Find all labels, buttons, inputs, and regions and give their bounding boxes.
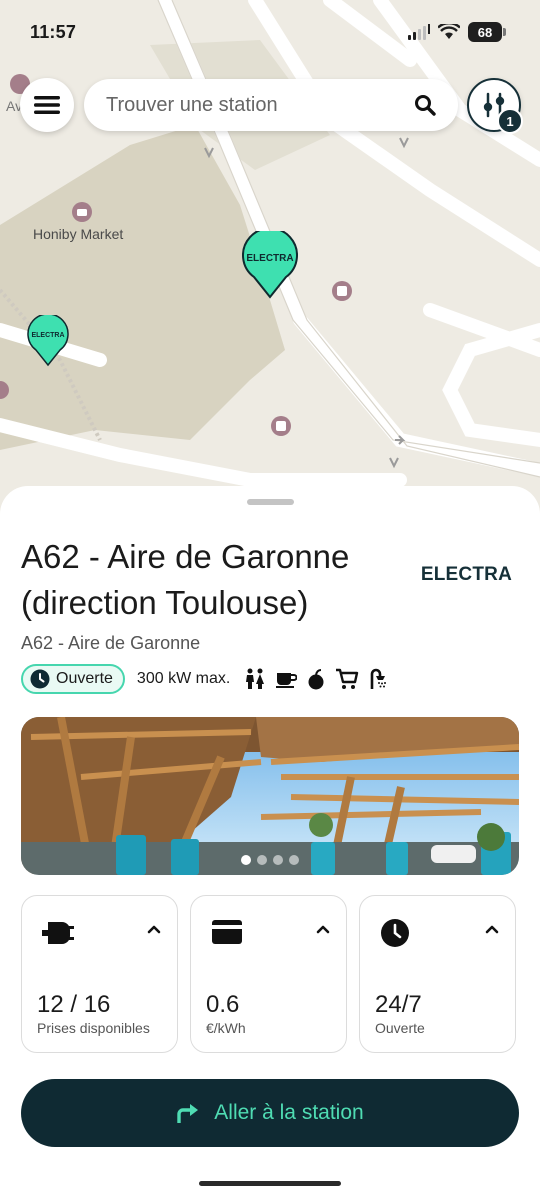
filter-button[interactable]: 1	[467, 78, 523, 134]
card-label: Ouverte	[375, 1020, 425, 1036]
shopping-cart-icon	[336, 668, 359, 689]
card-value: 12 / 16	[37, 991, 111, 1018]
map-pin-icon	[27, 313, 69, 367]
credit-card-icon	[212, 920, 242, 944]
clock-icon	[30, 669, 50, 689]
chevron-up-icon	[147, 925, 161, 934]
map-place-label: Honiby Market	[33, 226, 124, 242]
status-bar: 11:57 68	[0, 0, 540, 60]
card-pricing[interactable]: 0.6 €/kWh	[190, 895, 347, 1053]
station-pin[interactable]: ELECTRA	[27, 313, 69, 367]
card-label: Prises disponibles	[37, 1020, 150, 1036]
card-label: €/kWh	[206, 1020, 246, 1036]
menu-button[interactable]	[20, 78, 74, 132]
station-title: A62 - Aire de Garonne (direction Toulous…	[21, 538, 350, 621]
toilets-icon	[246, 668, 265, 689]
map-pin-icon	[242, 227, 298, 299]
home-indicator	[199, 1181, 341, 1186]
station-photo	[21, 717, 519, 875]
wifi-icon	[438, 24, 460, 39]
brand-logo: ELECTRA	[420, 564, 512, 585]
card-connectors[interactable]: 12 / 16 Prises disponibles	[21, 895, 178, 1053]
status-time: 11:57	[30, 22, 77, 42]
search-bar[interactable]	[84, 79, 458, 131]
station-pin-selected[interactable]: ELECTRA	[242, 227, 298, 299]
plug-icon	[42, 922, 74, 944]
station-subtitle: A62 - Aire de Garonne	[21, 633, 201, 653]
pin-label: ELECTRA	[31, 332, 65, 339]
amenities-list	[244, 668, 390, 690]
carousel-dot[interactable]	[257, 855, 267, 865]
station-info-row: Ouverte 300 kW max.	[21, 664, 390, 694]
turn-right-arrow-icon	[177, 1104, 199, 1123]
status-badge: Ouverte	[21, 664, 125, 694]
pin-label: ELECTRA	[246, 253, 294, 264]
chevron-up-icon	[485, 925, 499, 934]
food-icon	[308, 669, 324, 690]
shower-icon	[370, 668, 387, 689]
station-info-cards: 12 / 16 Prises disponibles 0.6 €/kWh 24/…	[21, 895, 519, 1053]
coffee-icon	[276, 673, 298, 688]
carousel-dot[interactable]	[273, 855, 283, 865]
cellular-signal-icon	[408, 24, 430, 40]
battery-indicator: 68	[468, 22, 506, 42]
station-photo-carousel[interactable]	[21, 717, 519, 875]
filter-count-badge: 1	[497, 108, 523, 134]
chevron-up-icon	[316, 925, 330, 934]
search-icon[interactable]	[414, 94, 436, 116]
clock-icon	[381, 919, 409, 947]
carousel-pagination[interactable]	[21, 855, 519, 865]
card-opening-hours[interactable]: 24/7 Ouverte	[359, 895, 516, 1053]
sheet-drag-handle[interactable]	[247, 499, 294, 505]
navigate-button-label: Aller à la station	[214, 1101, 364, 1124]
search-input[interactable]	[106, 93, 414, 117]
max-power: 300 kW max.	[136, 670, 231, 687]
status-text: Ouverte	[56, 670, 113, 687]
map-view[interactable]: Av Honiby Market ELECTRA ELECTRA 11:57 6…	[0, 0, 540, 520]
card-value: 24/7	[375, 991, 422, 1018]
carousel-dot[interactable]	[289, 855, 299, 865]
hamburger-menu-icon	[34, 96, 60, 114]
station-detail-sheet: A62 - Aire de Garonne (direction Toulous…	[0, 486, 540, 1200]
card-value: 0.6	[206, 991, 240, 1018]
navigate-to-station-button[interactable]: Aller à la station	[21, 1079, 519, 1147]
carousel-dot[interactable]	[241, 855, 251, 865]
